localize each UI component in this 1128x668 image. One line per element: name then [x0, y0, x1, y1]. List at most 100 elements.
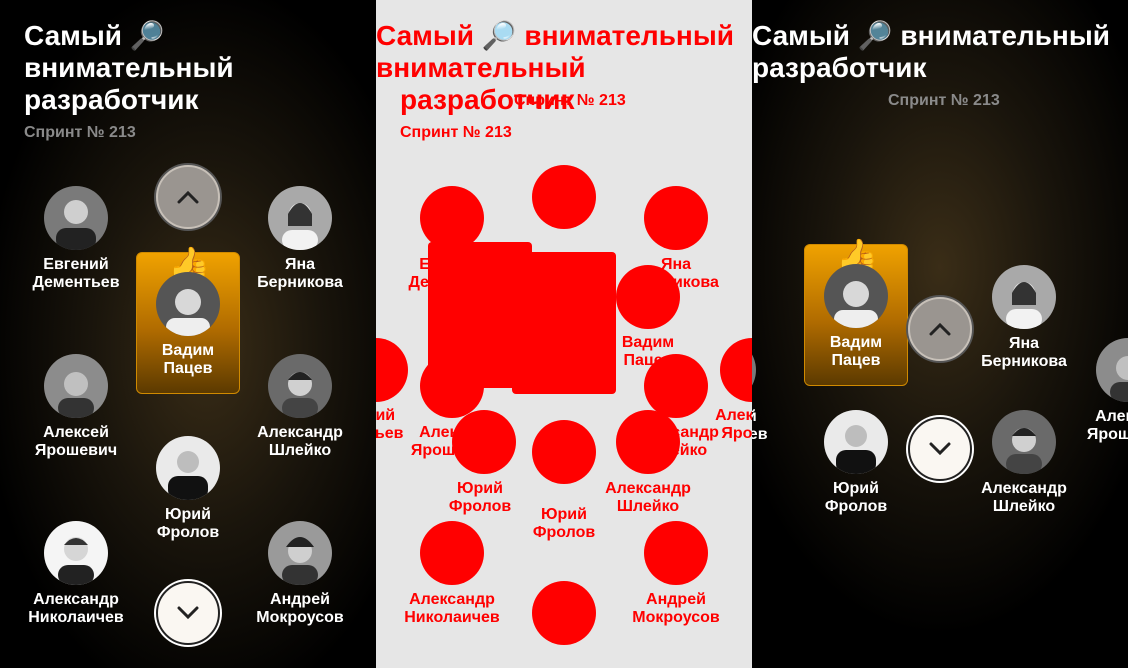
avatar	[44, 186, 108, 250]
person-andrey[interactable]: Андрей Мокроусов	[240, 521, 360, 627]
person-yuriy[interactable]: Юрий Фролов	[128, 436, 248, 542]
chevron-up-icon	[177, 190, 199, 204]
person-last-name: Ярошевич	[410, 442, 494, 459]
person-shleyko[interactable]: Александр Шлейко	[964, 410, 1084, 516]
title-line-3: разработчик	[24, 84, 199, 115]
diff-title-line-1: Самый 🔎 внимательный	[376, 20, 734, 51]
person-nikolaichev[interactable]: Александр Николаичев	[16, 521, 136, 627]
person-first-name: Яна	[1008, 335, 1040, 352]
person-last-name: Яроше	[721, 425, 752, 442]
person-last-name: Дементьев	[752, 426, 768, 443]
person-first-name: Яна	[284, 256, 316, 273]
avatar	[44, 521, 108, 585]
person-last-name: Николаичев	[28, 609, 124, 626]
panel-right: Самый 🔎 внимательный разработчик Спринт …	[752, 0, 1128, 668]
panel-diff: Самый 🔎 внимательный внимательный разраб…	[376, 0, 752, 668]
person-first-name: Юрий	[833, 480, 879, 497]
diff-title: Самый 🔎 внимательный внимательный	[376, 20, 734, 84]
person-last-name: Мокроусов	[632, 609, 720, 626]
avatar	[824, 410, 888, 474]
person-last-name: Фролов	[824, 498, 888, 515]
person-first-name: Евгений	[752, 408, 784, 426]
person-last-name: Шлейко	[268, 442, 332, 459]
title-line-1: Самый 🔎 внимательный	[752, 20, 1110, 51]
diff-avatar	[420, 521, 484, 585]
diff-avatar	[532, 420, 596, 484]
person-first-name: Александр	[33, 591, 119, 608]
person-last-name: Николаичев	[404, 609, 500, 626]
scroll-down-button[interactable]	[908, 417, 972, 481]
person-first-name: Александр	[257, 424, 343, 441]
diff-card-b	[512, 252, 616, 394]
person-first-name: Вадим	[829, 334, 883, 351]
person-first-name: Вадим	[161, 342, 215, 359]
diff-up-button	[532, 165, 596, 229]
person-aleksey[interactable]: Алексей Ярошевич	[16, 354, 136, 460]
chevron-up-icon	[929, 322, 951, 336]
person-evgeniy[interactable]: Евгений Дементьев	[16, 186, 136, 292]
scroll-up-button[interactable]	[908, 297, 972, 361]
chevron-down-icon	[929, 442, 951, 456]
diff-avatar	[420, 186, 484, 250]
person-last-name: Берникова	[633, 274, 719, 291]
person-last-name: Дементьев	[32, 274, 120, 291]
page-title: Самый 🔎 внимательный разработчик	[24, 20, 234, 116]
person-shleyko[interactable]: Александр Шлейко	[240, 354, 360, 460]
person-first-name: Яна	[660, 256, 692, 273]
person-yuriy[interactable]: Юрий Фролов	[796, 410, 916, 516]
panel-left: Самый 🔎 внимательный разработчик Спринт …	[0, 0, 376, 668]
diff-person-shleyko-b: Александр Шлейко	[588, 474, 708, 516]
person-first-name: Александр	[981, 480, 1067, 497]
person-yana[interactable]: Яна Берникова	[964, 265, 1084, 371]
scroll-down-button[interactable]	[156, 581, 220, 645]
person-first-name: Евгений	[419, 256, 485, 273]
avatar	[268, 186, 332, 250]
person-last-name: Пацев	[623, 352, 673, 369]
title-line-3: разработчик	[752, 52, 927, 83]
person-last-name: Берникова	[981, 353, 1067, 370]
diff-avatar	[644, 521, 708, 585]
scroll-up-button[interactable]	[156, 165, 220, 229]
diff-person-evgeniy: Евгений Дементьев	[392, 250, 512, 292]
title-line-2: внимательный	[24, 52, 234, 83]
person-last-name: Пацев	[163, 360, 213, 377]
person-last-name: Фролов	[156, 524, 220, 541]
person-first-name: Андрей	[270, 591, 330, 608]
avatar	[156, 436, 220, 500]
person-first-name: Вадим	[621, 334, 675, 351]
diff-avatar	[376, 338, 408, 402]
diff-person-evgeniy-right: Алексей Яроше	[688, 401, 752, 443]
person-first-name: Юрий	[457, 480, 503, 497]
person-yana[interactable]: Яна Берникова	[240, 186, 360, 292]
person-last-name: Шлейко	[992, 498, 1056, 515]
chevron-down-icon	[177, 606, 199, 620]
avatar	[268, 354, 332, 418]
person-first-name: Александр	[409, 591, 495, 608]
avatar	[44, 354, 108, 418]
diff-person-andrey: Андрей Мокроусов	[616, 585, 736, 627]
person-last-name: Фролов	[532, 524, 596, 541]
avatar	[992, 410, 1056, 474]
person-vadim[interactable]: Вадим Пацев	[128, 272, 248, 378]
person-last-name: Шлейко	[616, 498, 680, 515]
person-first-name: Алексей	[715, 407, 752, 424]
diff-person-nikolaichev: Александр Николаичев	[392, 585, 512, 627]
avatar	[268, 521, 332, 585]
avatar	[156, 272, 220, 336]
person-evgeniy-partial[interactable]: Евгений Дементьев	[752, 338, 784, 444]
diff-avatar	[720, 338, 752, 402]
diff-person-aleksey: Алексей Ярошевич	[392, 418, 512, 460]
diff-person-yana: Яна Берникова	[616, 250, 736, 292]
sprint-label: Спринт № 213	[24, 124, 136, 141]
title-line-1: Самый 🔎	[24, 20, 165, 51]
diff-sprint-label-b: Спринт № 213	[400, 124, 512, 141]
avatar	[824, 264, 888, 328]
person-first-name: Алексей	[43, 424, 109, 441]
page-title: Самый 🔎 внимательный разработчик	[752, 20, 1110, 84]
person-last-name: Мокроусов	[256, 609, 344, 626]
person-last-name: Берникова	[257, 274, 343, 291]
person-first-name: Алексей	[419, 424, 485, 441]
person-vadim[interactable]: Вадим Пацев	[796, 264, 916, 370]
sprint-label: Спринт № 213	[888, 92, 1000, 109]
diff-person-vadim: Вадим Пацев	[588, 328, 708, 370]
